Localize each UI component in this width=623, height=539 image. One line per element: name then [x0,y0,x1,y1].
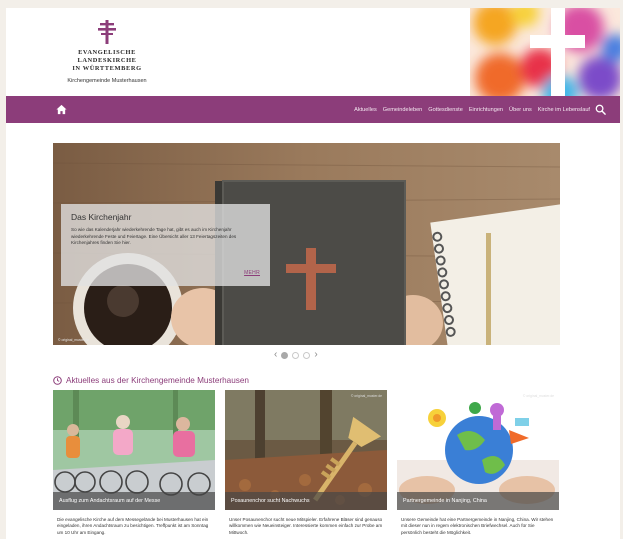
cross-logo-icon [98,20,116,44]
nav-menu: Aktuelles Gemeindeleben Gottesdienste Ei… [354,96,590,123]
slide-more-link[interactable]: MEHR [244,270,260,276]
church-logo[interactable]: Evangelische Landeskirche in Württemberg… [52,20,162,84]
news-card-credit: © original_muster.de [350,394,382,398]
news-card-text: Unser Posaunenchor sucht neue Mitspieler… [229,517,383,535]
news-card-caption: Partnergemeinde in Nanjing, China [397,492,559,510]
nav-item-aktuelles[interactable]: Aktuelles [354,107,377,113]
news-card-caption: Ausflug zum Andachtsraum auf der Messe [53,492,215,510]
slider-dot-2[interactable] [292,351,300,359]
logo-line-1: Evangelische Landeskirche [77,49,137,64]
nav-item-gemeindeleben[interactable]: Gemeindeleben [383,107,423,113]
prev-arrow-icon[interactable]: ‹ [274,350,277,360]
slide-teaser: Das Kirchenjahr So wie das Kalenderjahr … [61,204,270,286]
news-section-title: Aktuelles aus der Kirchengemeinde Muster… [53,376,249,385]
news-card-image[interactable]: © original_muster.de Posaunenchor sucht … [225,390,387,510]
clock-icon [53,376,62,385]
news-card-text: Unsere Gemeinde hat eine Partnergemeinde… [401,517,554,535]
news-card-text: Die evangelische Kirche auf dem Messegel… [57,517,209,535]
news-card[interactable]: © original_muster.de Partnergemeinde in … [397,390,559,536]
nav-item-gottesdienste[interactable]: Gottesdienste [428,107,463,113]
slider-dot-1[interactable] [281,351,289,359]
page: Evangelische Landeskirche in Württemberg… [6,8,620,539]
news-cards: Ausflug zum Andachtsraum auf der Messe D… [53,390,559,536]
next-arrow-icon[interactable]: › [314,350,317,360]
header-artwork [470,8,620,96]
news-card-credit: © original_muster.de [522,394,554,398]
news-card[interactable]: Ausflug zum Andachtsraum auf der Messe D… [53,390,215,536]
news-card[interactable]: © original_muster.de Posaunenchor sucht … [225,390,387,536]
slide-title: Das Kirchenjahr [71,212,132,222]
slide-text: So wie das Kalenderjahr wiederkehrende T… [71,227,237,246]
nav-item-einrichtungen[interactable]: Einrichtungen [469,107,503,113]
slider-controls: ‹ › [274,349,318,361]
search-icon[interactable] [595,104,606,115]
news-card-image[interactable]: © original_muster.de Partnergemeinde in … [397,390,559,510]
home-icon[interactable] [56,104,67,115]
slide-credit: © original_muster.de [58,338,90,342]
hero-slider[interactable]: Das Kirchenjahr So wie das Kalenderjahr … [53,143,560,345]
logo-line-3: Kirchengemeinde Musterhausen [67,78,147,84]
news-card-image[interactable]: Ausflug zum Andachtsraum auf der Messe [53,390,215,510]
slider-dot-3[interactable] [303,351,311,359]
news-card-caption: Posaunenchor sucht Nachwuchs [225,492,387,510]
nav-item-kirche-im-lebenslauf[interactable]: Kirche im Lebenslauf [538,107,590,113]
nav-item-ueber-uns[interactable]: Über uns [509,107,532,113]
section-heading: Aktuelles aus der Kirchengemeinde Muster… [66,376,249,385]
site-header: Evangelische Landeskirche in Württemberg… [6,8,620,96]
main-navigation: Aktuelles Gemeindeleben Gottesdienste Ei… [6,96,620,123]
logo-line-2: in Württemberg [72,65,142,72]
